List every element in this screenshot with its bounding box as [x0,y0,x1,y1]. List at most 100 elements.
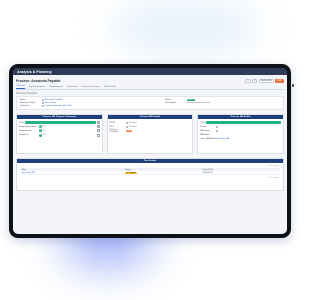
audit-percent: 100% [200,121,206,124]
progress-item-value: 1/1 [43,129,46,132]
info-row: Description Manage vendor invoices [165,101,280,104]
owners-link[interactable]: Finance Manager; AP Clerk [45,105,72,107]
audit-key: Latest BIA Report [200,138,217,141]
clock-icon [125,125,128,128]
progress-item-value: 1/1 [43,125,46,128]
card-body: RPTO 24 Hours RTO 24 Hours Business Crit… [108,119,193,135]
open-icon[interactable]: ✓ [96,133,100,137]
summary-cards: Process Bill Progress Summary 100% › Imp… [16,114,285,155]
info-key: Description [165,101,176,104]
clock-icon [125,121,128,124]
card-body: 100% › Impact Assessment ✓ 1/1 ✓ Depende… [17,119,102,139]
page-content: Process: Accounts Payable + ▾ Subscribe … [13,75,287,234]
process-name: Accounts Payable [45,98,63,101]
camera-dot [291,84,294,87]
tab-related-info[interactable]: Related Info [104,86,116,89]
health-value: 24 Hours [125,121,137,124]
info-value[interactable]: Finance Manager; AP Clerk [42,104,72,107]
audit-value [216,129,219,132]
more-dropdown-button[interactable]: ▾ [252,78,258,83]
progress-item: Resources ✓ 1/1 ✓ [19,133,100,137]
audit-row: Latest BIA Report Accounting BIA [200,137,281,141]
check-icon: ✓ [39,133,42,137]
bia-report-link[interactable]: Accounting BIA [216,138,229,140]
tablet-frame: Analysis & Planning Process: Accounts Pa… [9,64,291,238]
column-header-plan[interactable]: Plan [22,169,125,171]
info-value: Accounts Payable [42,98,63,101]
audits-card: Process Bill Audits 100% Owner BIA Owner [197,114,285,155]
health-key: Business Criticality [109,129,118,134]
page-actions: + ▾ Subscribe Edit [245,78,284,83]
plan-status-cell: In Progress [125,171,202,174]
progress-summary-card: Process Bill Progress Summary 100% › Imp… [16,114,103,155]
tab-bar: Overview Implementations Dependencies Re… [16,85,284,90]
rpto-value: 24 Hours [128,121,137,124]
rto-value: 24 Hours [128,125,137,128]
process-info-right: Status Active Description Manage vendor … [165,98,280,108]
open-icon[interactable]: ✓ [96,125,100,129]
info-key: Business Entity [20,101,35,104]
health-card: Process Bill Health RPTO 24 Hours RTO 24… [106,114,194,155]
info-row: Owner(s) Finance Manager; AP Clerk [20,104,135,107]
column-header-status[interactable]: Status [125,169,202,171]
plan-pagination-bottom[interactable]: < 1 of 1 page > [17,175,283,180]
app-header: Analysis & Planning [13,68,287,75]
user-icon [42,104,44,107]
description-value: Manage vendor invoices [187,101,211,104]
background-glow-top [110,0,260,55]
process-info-left: Name Accounts Payable Business Entity Ac… [20,98,135,108]
plan-table: Plan Status Date (UTC) Accounting BCP In… [20,168,280,176]
tab-process-strategies[interactable]: Process Strategies [82,86,100,89]
app-screen: Analysis & Planning Process: Accounts Pa… [13,68,287,234]
health-value: 24 Hours [125,125,137,128]
card-body: 100% Owner BIA Owner BIA Status Latest B… [198,119,283,143]
process-info-panel: Name Accounts Payable Business Entity Ac… [16,95,284,111]
process-icon [42,98,44,101]
progress-bar-fill [25,121,96,124]
check-icon: ✓ [39,125,42,129]
progress-item-label: Impact Assessment [19,125,37,128]
health-key: RTO [109,125,114,128]
progress-bar [25,121,96,124]
edit-button[interactable]: Edit [275,78,284,83]
business-entity-link[interactable]: Accounting [45,102,56,104]
tab-overview[interactable]: Overview [16,85,26,89]
subscribe-button[interactable]: Subscribe [258,78,274,83]
plan-details-panel: Plan Details < 1 of 1 page > Plan Status… [16,158,284,192]
open-icon[interactable]: ✓ [96,129,100,133]
tab-dependencies[interactable]: Dependencies [49,86,63,89]
progress-item-label: Resources [19,134,29,137]
progress-percent: 100% [19,121,25,124]
progress-item-label: Dependencies [19,129,32,132]
user-icon [216,125,219,128]
audit-key: BIA Owner [200,129,210,132]
plan-date-cell: 2024-03-12 [202,171,213,174]
page-title: Process: Accounts Payable [16,78,61,83]
audit-progress-bar [206,121,282,124]
audit-progress-fill [206,121,282,124]
audit-key: BIA Status [200,134,210,137]
user-icon [216,129,219,132]
plan-status-badge: In Progress [125,171,138,174]
audit-key: Owner [200,125,207,128]
title-row: Process: Accounts Payable + ▾ Subscribe … [16,77,284,84]
info-key: Name [20,98,26,101]
tab-resources[interactable]: Resources [67,86,77,89]
expand-icon[interactable]: › [96,121,100,125]
process-info-label: Process Information [16,91,38,95]
info-key: Status [165,98,172,101]
status-badge: Active [187,98,195,101]
progress-item-value: 1/1 [43,134,46,137]
tab-implementations[interactable]: Implementations [29,86,45,89]
info-key: Owner(s) [20,104,29,107]
plan-link[interactable]: Accounting BCP [22,172,125,174]
audit-value [216,125,219,128]
app-title: Analysis & Planning [17,69,52,74]
column-header-date[interactable]: Date (UTC) [203,169,280,171]
add-button[interactable]: + [245,78,251,83]
health-row: Business Criticality High [110,129,191,133]
entity-icon [42,101,44,104]
health-key: RPTO [109,121,116,124]
criticality-badge: High [125,130,133,133]
info-value[interactable]: Accounting [42,101,56,104]
